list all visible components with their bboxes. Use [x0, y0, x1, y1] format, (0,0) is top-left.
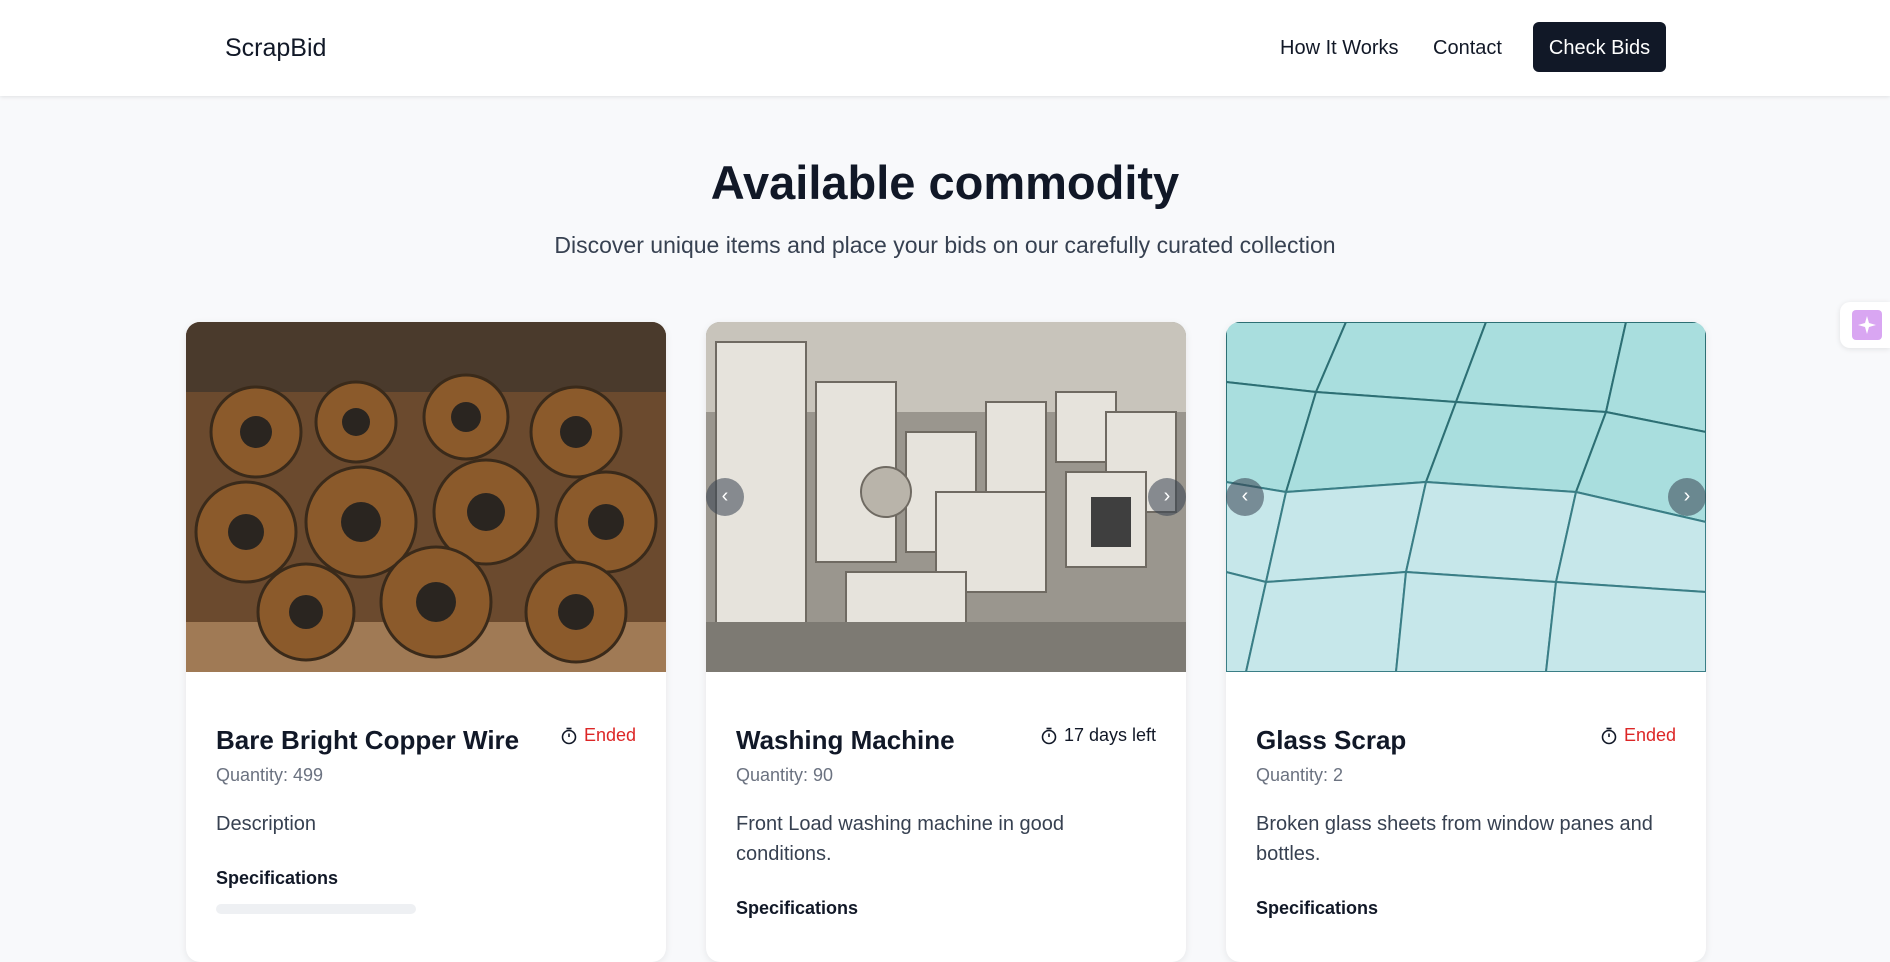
assistant-widget-button[interactable]	[1840, 302, 1890, 348]
carousel-prev-button[interactable]: ‹	[706, 478, 744, 516]
commodity-image-glass-scrap: ‹ ›	[1226, 322, 1706, 672]
status-badge: Ended	[560, 725, 636, 746]
specifications-label: Specifications	[1256, 898, 1379, 918]
carousel-next-button[interactable]: ›	[1668, 478, 1706, 516]
stopwatch-icon	[1600, 727, 1618, 745]
commodity-image-brake-rotors	[186, 322, 666, 672]
commodity-image-washing-machines: ‹ ›	[706, 322, 1186, 672]
navbar: ScrapBid How It Works Contact Check Bids	[0, 0, 1890, 96]
description-text: Description	[216, 813, 317, 835]
quantity-label: Quantity: 2	[1256, 765, 1344, 785]
status-text: Ended	[583, 725, 636, 745]
status-badge: Ended	[1600, 725, 1676, 746]
status-text: Ended	[1623, 725, 1676, 745]
card-title: Bare Bright Copper Wire	[216, 725, 520, 755]
page-subtitle: Discover unique items and place your bid…	[554, 232, 1336, 258]
status-text: 17 days left	[1063, 725, 1156, 745]
description-text: Broken glass sheets from window panes an…	[1256, 813, 1653, 865]
page-title: Available commodity	[710, 156, 1180, 209]
card-title: Washing Machine	[736, 725, 955, 755]
commodity-card[interactable]: Bare Bright Copper Wire Ended Quantity: …	[186, 322, 666, 962]
status-badge: 17 days left	[1040, 725, 1156, 746]
card-title: Glass Scrap	[1256, 725, 1407, 755]
nav-link-contact[interactable]: Contact	[1433, 37, 1502, 60]
brand-logo[interactable]: ScrapBid	[225, 34, 326, 63]
sparkle-icon	[1852, 310, 1882, 340]
nav-link-how-it-works[interactable]: How It Works	[1280, 37, 1399, 60]
carousel-next-button[interactable]: ›	[1148, 478, 1186, 516]
check-bids-button[interactable]: Check Bids	[1533, 22, 1666, 72]
stopwatch-icon	[1040, 727, 1058, 745]
specifications-label: Specifications	[216, 868, 339, 888]
carousel-prev-button[interactable]: ‹	[1226, 478, 1264, 516]
commodity-card[interactable]: ‹ › Glass Scrap Ended Quantity: 2 Broken…	[1226, 322, 1706, 962]
commodity-card[interactable]: ‹ › Washing Machine 17 days left Quantit…	[706, 322, 1186, 962]
description-text: Front Load washing machine in good condi…	[736, 813, 1064, 865]
spec-chip	[216, 904, 416, 914]
stopwatch-icon	[560, 727, 578, 745]
quantity-label: Quantity: 499	[216, 765, 324, 785]
specifications-label: Specifications	[736, 898, 859, 918]
quantity-label: Quantity: 90	[736, 765, 834, 785]
